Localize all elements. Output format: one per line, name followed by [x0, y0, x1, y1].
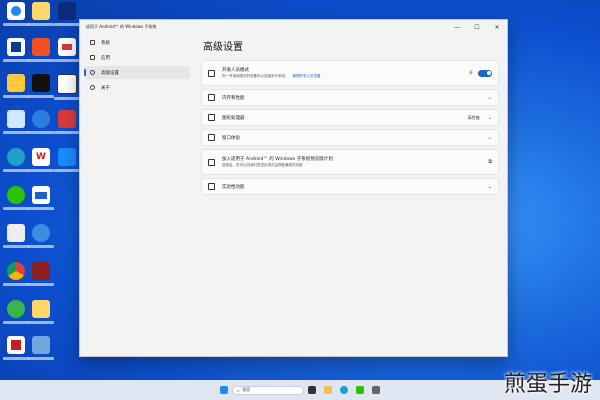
chrome-icon[interactable]: [3, 262, 29, 290]
sidebar-item-label: 关于: [101, 85, 110, 91]
toggle-state-label: 开: [469, 70, 473, 75]
sidebar-item-advanced-settings[interactable]: 高级设置: [84, 66, 190, 79]
gpu-icon: [208, 114, 215, 121]
card-title: 实验性功能: [222, 184, 245, 190]
desktop-shortcut[interactable]: [28, 262, 54, 290]
desktop-shortcut[interactable]: [54, 74, 80, 102]
search-icon: ⌕: [237, 387, 240, 393]
title-bar[interactable]: 适用于 Android™ 的 Windows 子系统 — ☐ ✕: [80, 20, 507, 34]
desktop-shortcut[interactable]: [3, 224, 29, 252]
experimental-icon: [208, 183, 215, 190]
info-icon: [90, 85, 95, 90]
advanced-settings-icon: [90, 70, 95, 75]
task-view-icon[interactable]: [308, 386, 316, 394]
desktop-shortcut[interactable]: [3, 38, 29, 66]
chevron-down-icon: ⌄: [487, 114, 492, 121]
card-subtitle: 同一专用网络中的设备可以连接到子系统。 管理开发人员设置: [222, 74, 321, 79]
minimize-button[interactable]: —: [447, 20, 467, 34]
search-placeholder: 搜索: [242, 387, 251, 392]
store-icon[interactable]: [356, 386, 364, 394]
card-subtitle-text: 同一专用网络中的设备可以连接到子系统。: [222, 74, 289, 78]
taskbar-search[interactable]: ⌕ 搜索: [232, 385, 304, 395]
page-title: 高级设置: [203, 42, 243, 53]
watermark: 煎蛋手游: [503, 372, 592, 397]
desktop-shortcut[interactable]: [54, 148, 80, 176]
preview-program-card[interactable]: 加入适用于 Android™ 的 Windows 子系统预览版计划 选择后，您可…: [201, 149, 499, 175]
wechat-icon[interactable]: [3, 186, 29, 214]
window-title: 适用于 Android™ 的 Windows 子系统: [86, 24, 157, 29]
desktop-shortcut[interactable]: [54, 38, 80, 66]
gpu-card[interactable]: 图形处理器 高性能 ⌄: [201, 109, 499, 126]
gpu-selected-value: 高性能: [467, 114, 480, 120]
window-icon: [208, 134, 215, 141]
sidebar-item-apps[interactable]: 应用: [84, 51, 190, 64]
card-title: 开发人员模式: [222, 68, 249, 73]
desktop-shortcut[interactable]: [28, 224, 54, 252]
memory-performance-card[interactable]: 内存和性能 ⌄: [201, 89, 499, 106]
sidebar: 系统 应用 高级设置 关于: [80, 36, 192, 356]
developer-mode-card: 开发人员模式 同一专用网络中的设备可以连接到子系统。 管理开发人员设置 开: [201, 60, 499, 86]
desktop-shortcut[interactable]: [28, 336, 54, 364]
close-button[interactable]: ✕: [487, 20, 507, 34]
desktop-shortcut[interactable]: [28, 74, 54, 102]
file-explorer-icon[interactable]: [324, 386, 332, 394]
preview-program-icon: [208, 158, 215, 166]
edge-icon[interactable]: [3, 148, 29, 176]
desktop-shortcut[interactable]: W: [28, 148, 54, 176]
chevron-down-icon: ⌄: [487, 183, 492, 190]
sidebar-item-about[interactable]: 关于: [84, 81, 190, 94]
desktop-shortcut[interactable]: [3, 336, 29, 364]
sliders-icon: [208, 94, 215, 101]
sidebar-item-label: 系统: [101, 40, 110, 46]
desktop-shortcut[interactable]: [28, 110, 54, 138]
card-title: 图形处理器: [222, 115, 245, 121]
developer-icon: [208, 69, 215, 77]
chevron-down-icon: ⌄: [487, 94, 492, 101]
window-experience-card[interactable]: 窗口体验 ⌄: [201, 129, 499, 146]
desktop: W 适用于 Android™ 的 Windows 子系统 — ☐ ✕ 系统 应用…: [0, 0, 600, 380]
developer-mode-toggle[interactable]: [478, 69, 492, 77]
start-icon[interactable]: [220, 386, 228, 394]
sidebar-item-system[interactable]: 系统: [84, 36, 190, 49]
card-title: 加入适用于 Android™ 的 Windows 子系统预览版计划: [222, 157, 333, 162]
edge-icon[interactable]: [340, 386, 348, 394]
desktop-shortcut[interactable]: [3, 300, 29, 328]
recycle-bin-icon[interactable]: [3, 110, 29, 138]
card-title: 内存和性能: [222, 95, 245, 101]
maximize-button[interactable]: ☐: [467, 20, 487, 34]
desktop-shortcut[interactable]: [3, 74, 29, 102]
experimental-features-card[interactable]: 实验性功能 ⌄: [201, 178, 499, 195]
desktop-shortcut[interactable]: [28, 2, 54, 30]
system-icon: [90, 40, 95, 45]
main-content: 高级设置 开发人员模式 同一专用网络中的设备可以连接到子系统。 管理开发人员设置 …: [201, 36, 499, 356]
desktop-shortcut[interactable]: [28, 38, 54, 66]
manage-developer-settings-link[interactable]: 管理开发人员设置: [293, 74, 321, 78]
desktop-shortcut[interactable]: [3, 2, 29, 30]
desktop-shortcut[interactable]: [28, 186, 54, 214]
desktop-shortcut[interactable]: [54, 110, 80, 138]
sidebar-item-label: 高级设置: [101, 70, 119, 76]
external-link-icon: ⧉: [488, 159, 492, 165]
desktop-shortcut[interactable]: [54, 2, 80, 30]
card-subtitle: 选择后，您可以向我们发送反馈并且获取最新的功能: [222, 163, 303, 167]
card-title: 窗口体验: [222, 135, 240, 141]
settings-icon[interactable]: [372, 386, 380, 394]
wsa-settings-window: 适用于 Android™ 的 Windows 子系统 — ☐ ✕ 系统 应用 高…: [79, 19, 508, 357]
folder-icon[interactable]: [28, 300, 54, 328]
apps-icon: [90, 55, 95, 60]
chevron-down-icon: ⌄: [487, 134, 492, 141]
sidebar-item-label: 应用: [101, 55, 110, 61]
